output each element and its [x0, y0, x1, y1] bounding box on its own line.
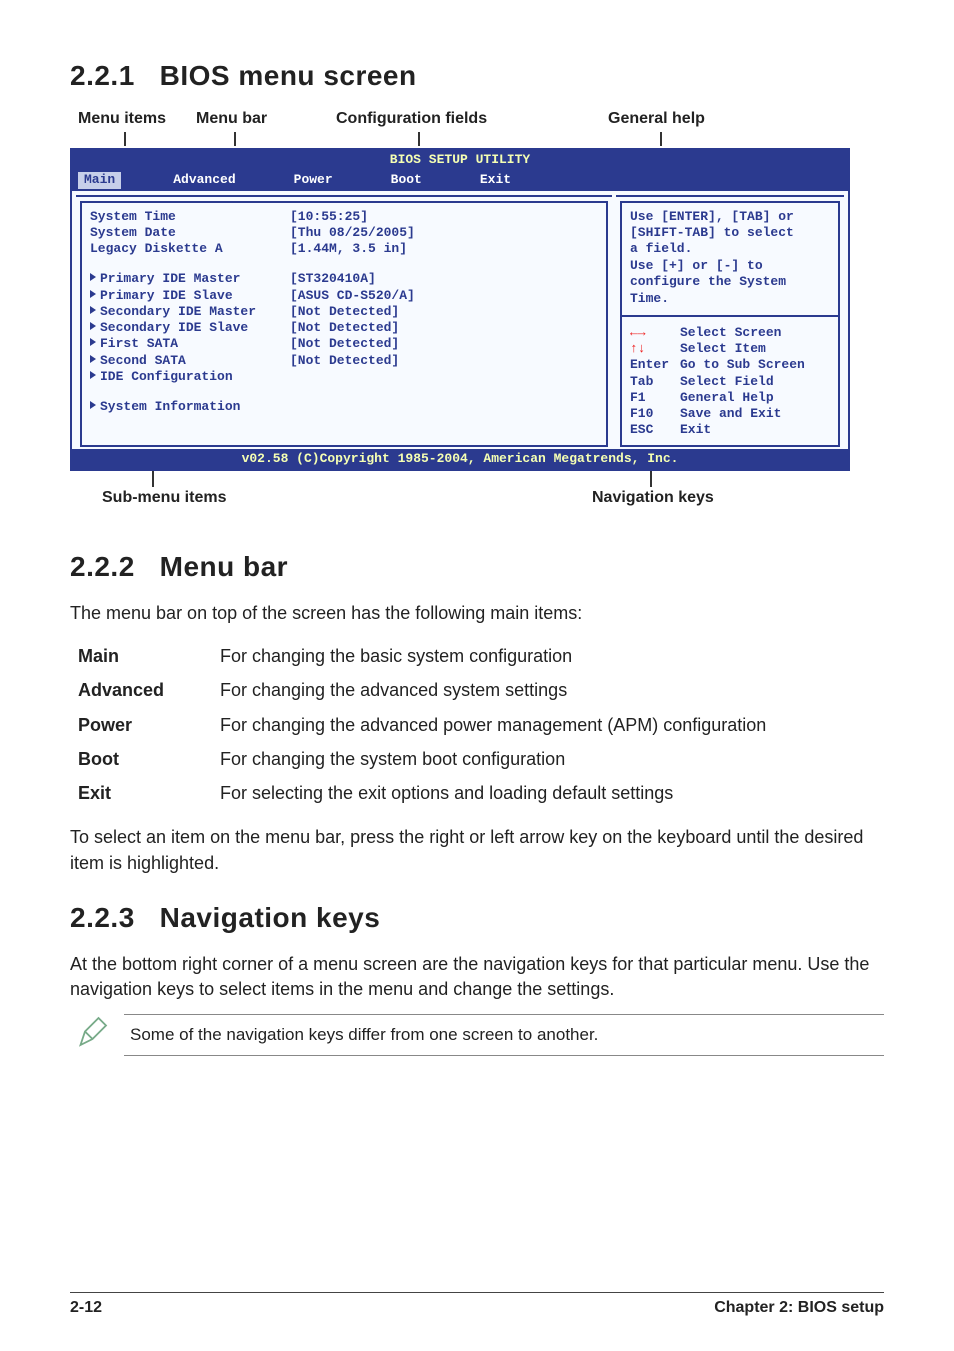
row-legacy-a[interactable]: Legacy Diskette A	[90, 241, 290, 257]
row-secondary-ide-master[interactable]: Secondary IDE Master	[90, 304, 290, 320]
nav-enter: Go to Sub Screen	[680, 357, 805, 373]
bios-window: BIOS SETUP UTILITY Main Advanced Power B…	[70, 148, 850, 471]
menu-bar-intro: The menu bar on top of the screen has th…	[70, 601, 884, 626]
bios-top-labels: Menu items Menu bar Configuration fields…	[78, 110, 884, 148]
bios-tab-advanced[interactable]: Advanced	[167, 172, 241, 188]
nav-f1: General Help	[680, 390, 774, 406]
arrows-lr-icon: ←→	[630, 325, 680, 341]
help-line: [SHIFT-TAB] to select	[630, 225, 830, 241]
section-heading-223: 2.2.3 Navigation keys	[70, 902, 884, 934]
val-sim: [Not Detected]	[290, 304, 399, 320]
row-ide-config[interactable]: IDE Configuration	[90, 369, 290, 385]
bios-tab-exit[interactable]: Exit	[474, 172, 517, 188]
row-system-date[interactable]: System Date	[90, 225, 290, 241]
row-system-time[interactable]: System Time	[90, 209, 290, 225]
help-line: a field.	[630, 241, 830, 257]
desc-boot: For changing the system boot configurati…	[214, 743, 882, 775]
bios-title: BIOS SETUP UTILITY	[72, 150, 848, 170]
section-num: 2.2.2	[70, 551, 135, 582]
lbl-nav-keys: Navigation keys	[592, 489, 714, 507]
nav-ud: Select Item	[680, 341, 766, 357]
nav-lr: Select Screen	[680, 325, 781, 341]
val-system-date: [Thu 08/25/2005]	[290, 225, 415, 241]
help-line: configure the System	[630, 274, 830, 290]
table-row: MainFor changing the basic system config…	[72, 640, 882, 672]
note-block: Some of the navigation keys differ from …	[70, 1014, 884, 1056]
table-row: ExitFor selecting the exit options and l…	[72, 777, 882, 809]
desc-exit: For selecting the exit options and loadi…	[214, 777, 882, 809]
bios-right-panel: Use [ENTER], [TAB] or [SHIFT-TAB] to sel…	[616, 195, 844, 449]
page-footer: 2-12 Chapter 2: BIOS setup	[70, 1292, 884, 1317]
nav-enter-key: Enter	[630, 357, 680, 373]
row-primary-ide-master[interactable]: Primary IDE Master	[90, 271, 290, 287]
chapter-label: Chapter 2: BIOS setup	[714, 1299, 884, 1317]
desc-power: For changing the advanced power manageme…	[214, 709, 882, 741]
val-ssata: [Not Detected]	[290, 353, 399, 369]
desc-advanced: For changing the advanced system setting…	[214, 674, 882, 706]
section-title: BIOS menu screen	[160, 60, 417, 91]
table-row: BootFor changing the system boot configu…	[72, 743, 882, 775]
bios-tab-boot[interactable]: Boot	[385, 172, 428, 188]
section-num: 2.2.3	[70, 902, 135, 933]
note-text: Some of the navigation keys differ from …	[124, 1014, 884, 1056]
help-line: Use [+] or [-] to	[630, 258, 830, 274]
section-heading-221: 2.2.1 BIOS menu screen	[70, 60, 884, 92]
lbl-general-help: General help	[608, 110, 705, 128]
row-primary-ide-slave[interactable]: Primary IDE Slave	[90, 288, 290, 304]
table-row: AdvancedFor changing the advanced system…	[72, 674, 882, 706]
menu-bar-table: MainFor changing the basic system config…	[70, 638, 884, 811]
val-pis: [ASUS CD-S520/A]	[290, 288, 415, 304]
term-power: Power	[72, 709, 212, 741]
term-boot: Boot	[72, 743, 212, 775]
menu-bar-outro: To select an item on the menu bar, press…	[70, 825, 884, 875]
nav-f10-key: F10	[630, 406, 680, 422]
navkeys-para: At the bottom right corner of a menu scr…	[70, 952, 884, 1002]
help-line: Time.	[630, 291, 830, 307]
lbl-menu-items: Menu items	[78, 110, 166, 128]
val-system-time: [10:55:25]	[290, 209, 368, 225]
arrows-ud-icon: ↑↓	[630, 341, 680, 357]
nav-f10: Save and Exit	[680, 406, 781, 422]
row-first-sata[interactable]: First SATA	[90, 336, 290, 352]
lbl-menu-bar: Menu bar	[196, 110, 267, 128]
help-line: Use [ENTER], [TAB] or	[630, 209, 830, 225]
section-num: 2.2.1	[70, 60, 135, 91]
nav-esc: Exit	[680, 422, 711, 438]
nav-esc-key: ESC	[630, 422, 680, 438]
term-exit: Exit	[72, 777, 212, 809]
bios-tab-main[interactable]: Main	[78, 172, 121, 188]
term-main: Main	[72, 640, 212, 672]
bios-menu-bar: Main Advanced Power Boot Exit	[72, 170, 848, 190]
table-row: PowerFor changing the advanced power man…	[72, 709, 882, 741]
pencil-note-icon	[70, 1015, 118, 1056]
bios-left-panel: System Time[10:55:25] System Date[Thu 08…	[76, 195, 612, 449]
row-secondary-ide-slave[interactable]: Secondary IDE Slave	[90, 320, 290, 336]
lbl-config-fields: Configuration fields	[336, 110, 487, 128]
row-second-sata[interactable]: Second SATA	[90, 353, 290, 369]
nav-f1-key: F1	[630, 390, 680, 406]
section-title: Menu bar	[160, 551, 288, 582]
section-heading-222: 2.2.2 Menu bar	[70, 551, 884, 583]
lbl-submenu-items: Sub-menu items	[102, 489, 226, 507]
val-fsata: [Not Detected]	[290, 336, 399, 352]
section-title: Navigation keys	[160, 902, 381, 933]
bios-under-labels: Sub-menu items Navigation keys	[70, 477, 850, 511]
bios-tab-power[interactable]: Power	[288, 172, 339, 188]
term-advanced: Advanced	[72, 674, 212, 706]
bios-footer: v02.58 (C)Copyright 1985-2004, American …	[72, 449, 848, 469]
nav-tab-key: Tab	[630, 374, 680, 390]
val-legacy-a: [1.44M, 3.5 in]	[290, 241, 407, 257]
row-system-info[interactable]: System Information	[90, 399, 290, 415]
val-sis: [Not Detected]	[290, 320, 399, 336]
nav-tab: Select Field	[680, 374, 774, 390]
val-pim: [ST320410A]	[290, 271, 376, 287]
page-number: 2-12	[70, 1299, 102, 1317]
desc-main: For changing the basic system configurat…	[214, 640, 882, 672]
